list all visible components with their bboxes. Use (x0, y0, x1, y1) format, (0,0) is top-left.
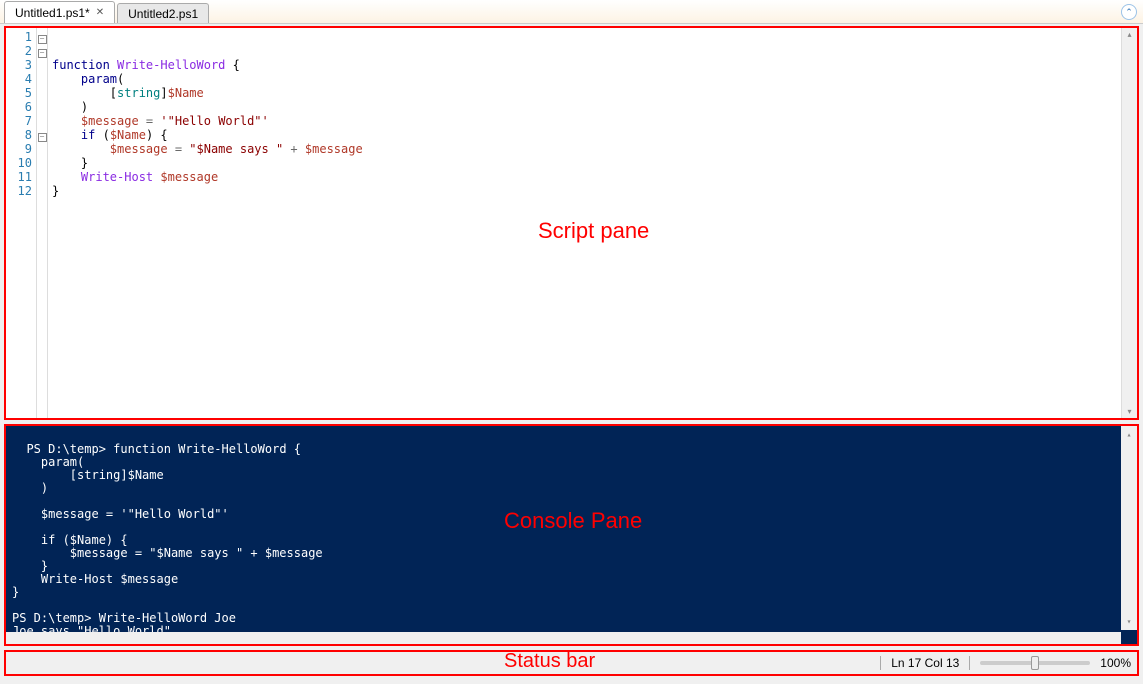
console-output: PS D:\temp> function Write-HelloWord { p… (12, 442, 323, 646)
zoom-slider-thumb[interactable] (1031, 656, 1039, 670)
tab-label: Untitled2.ps1 (128, 7, 198, 21)
annotation-console-pane: Console Pane (504, 514, 642, 527)
console-scrollbar-vertical[interactable]: ▴ ▾ (1121, 426, 1137, 630)
scroll-down-icon[interactable]: ▾ (1127, 407, 1131, 416)
divider (880, 656, 881, 670)
chevron-up-icon: ⌃ (1125, 7, 1133, 18)
code-editor[interactable]: function Write-HelloWord { param( [strin… (48, 28, 1121, 418)
fold-toggle[interactable]: − (38, 35, 47, 44)
annotation-status-bar: Status bar (504, 650, 595, 673)
tab-untitled2[interactable]: Untitled2.ps1 (117, 3, 209, 23)
annotation-script-pane: Script pane (538, 224, 649, 238)
scroll-up-icon[interactable]: ▴ (1127, 428, 1132, 441)
expand-script-pane-button[interactable]: ⌃ (1121, 4, 1137, 20)
divider (969, 656, 970, 670)
fold-toggle[interactable]: − (38, 49, 47, 58)
tab-untitled1[interactable]: Untitled1.ps1* ✕ (4, 1, 115, 23)
zoom-slider[interactable] (980, 661, 1090, 665)
tab-bar: Untitled1.ps1* ✕ Untitled2.ps1 ⌃ (0, 0, 1143, 24)
status-bar: Status bar Ln 17 Col 13 100% (4, 650, 1139, 676)
console-scrollbar-horizontal[interactable] (6, 632, 1121, 646)
console-pane[interactable]: PS D:\temp> function Write-HelloWord { p… (4, 424, 1139, 646)
tab-label: Untitled1.ps1* (15, 6, 90, 20)
script-pane: 123456789101112 − − − function Write-Hello… (4, 26, 1139, 420)
cursor-position: Ln 17 Col 13 (891, 656, 959, 670)
scroll-up-icon[interactable]: ▴ (1127, 30, 1131, 39)
zoom-level: 100% (1100, 656, 1131, 670)
close-icon[interactable]: ✕ (96, 7, 104, 18)
script-scrollbar-vertical[interactable]: ▴ ▾ (1121, 28, 1137, 418)
fold-column: − − − (36, 28, 48, 418)
line-number-gutter: 123456789101112 (6, 28, 36, 418)
scroll-down-icon[interactable]: ▾ (1127, 615, 1132, 628)
fold-toggle[interactable]: − (38, 133, 47, 142)
